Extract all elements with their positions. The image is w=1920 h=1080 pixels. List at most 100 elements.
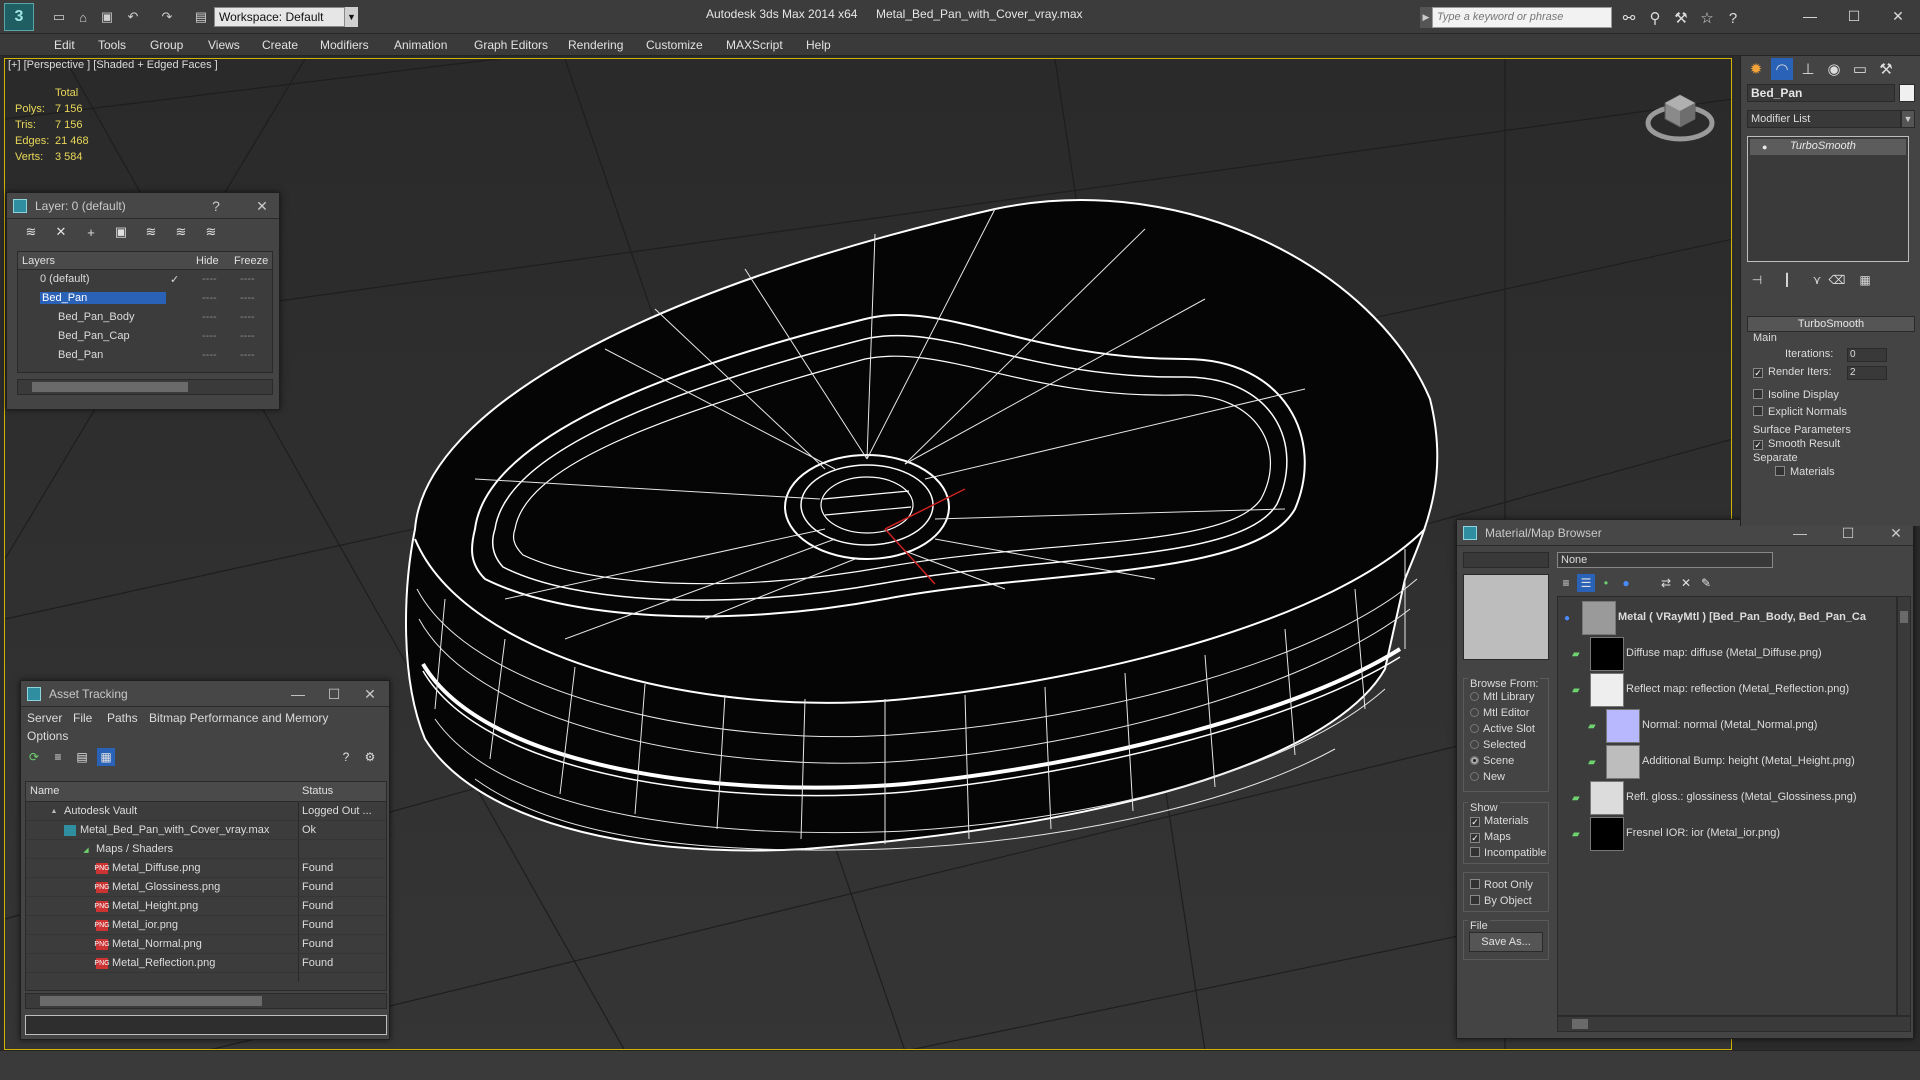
asset-menu-bitmap-performance[interactable]: Bitmap Performance and Memory	[149, 711, 328, 725]
render-iters-checkbox[interactable]: ✓ Render Iters:	[1753, 366, 1832, 378]
chevron-down-icon[interactable]: ▼	[344, 7, 358, 27]
undo-icon[interactable]: ↶	[122, 7, 144, 27]
material-search-input[interactable]: None	[1557, 552, 1773, 568]
menu-views[interactable]: Views	[208, 38, 240, 52]
checkbox-materials[interactable]: ✓ Materials	[1470, 815, 1529, 827]
open-file-icon[interactable]: ⌂	[72, 7, 94, 27]
create-tab-icon[interactable]: ✹	[1745, 58, 1767, 80]
layer-horizontal-scrollbar[interactable]	[17, 379, 273, 395]
viewport-label[interactable]: [+] [Perspective ] [Shaded + Edged Faces…	[8, 59, 218, 71]
asset-horizontal-scrollbar[interactable]	[25, 993, 387, 1009]
binoculars-icon[interactable]: ⚯	[1618, 8, 1640, 28]
checkbox-root-only[interactable]: Root Only	[1470, 879, 1533, 891]
maximize-icon[interactable]: ☐	[321, 684, 347, 704]
save-file-icon[interactable]: ▣	[96, 7, 118, 27]
hide-toggle[interactable]: ----	[202, 292, 217, 304]
freeze-toggle[interactable]: ----	[240, 349, 255, 361]
refresh-icon[interactable]: ⟳	[25, 748, 43, 766]
minimize-icon[interactable]: —	[285, 684, 311, 704]
communication-icon[interactable]: ⚒	[1670, 8, 1692, 28]
maximize-icon[interactable]: ☐	[1835, 523, 1861, 543]
material-vertical-scrollbar[interactable]	[1897, 596, 1911, 1016]
hide-toggle[interactable]: ----	[202, 330, 217, 342]
delete-layer-icon[interactable]: ✕	[51, 223, 71, 241]
checkbox-incompatible[interactable]: Incompatible	[1470, 847, 1546, 859]
configure-sets-icon[interactable]: ▦	[1855, 270, 1875, 290]
scrollbar-thumb[interactable]	[32, 382, 188, 392]
list-view-icon[interactable]: ≡	[49, 748, 67, 766]
turbosmooth-rollout-header[interactable]: TurboSmooth	[1747, 316, 1915, 332]
menu-edit[interactable]: Edit	[54, 38, 75, 52]
chevron-down-icon[interactable]: ▼	[1901, 110, 1915, 128]
hide-toggle[interactable]: ----	[202, 349, 217, 361]
assign-material-icon[interactable]: ⇄	[1657, 574, 1675, 592]
pin-stack-icon[interactable]: ⊣	[1747, 270, 1767, 290]
radio-mtl-library[interactable]: Mtl Library	[1470, 691, 1534, 703]
column-freeze[interactable]: Freeze	[234, 255, 268, 267]
layer-row[interactable]: Bed_Pan_Cap ---- ----	[18, 327, 272, 346]
utilities-tab-icon[interactable]: ⚒	[1875, 58, 1897, 80]
current-layer-check-icon[interactable]: ✓	[170, 273, 179, 286]
checkbox-by-object[interactable]: By Object	[1470, 895, 1532, 907]
help-icon[interactable]: ?	[1722, 8, 1744, 28]
highlight-layer-icon[interactable]: ≋	[141, 223, 161, 241]
subscription-icon[interactable]: ⚲	[1644, 8, 1666, 28]
column-layers[interactable]: Layers	[22, 255, 55, 267]
edit-icon[interactable]: ✎	[1697, 574, 1715, 592]
render-iters-spinner[interactable]: 2	[1847, 366, 1887, 380]
freeze-toggle[interactable]: ----	[240, 330, 255, 342]
hierarchy-tab-icon[interactable]: ⊥	[1797, 58, 1819, 80]
display-tab-icon[interactable]: ▭	[1849, 58, 1871, 80]
favorites-star-icon[interactable]: ☆	[1696, 8, 1718, 28]
iterations-spinner[interactable]: 0	[1847, 348, 1887, 362]
help-icon[interactable]: ?	[337, 748, 355, 766]
isoline-display-checkbox[interactable]: Isoline Display	[1753, 389, 1839, 401]
save-as-button[interactable]: Save As...	[1469, 932, 1543, 952]
object-name-field[interactable]: Bed_Pan	[1747, 84, 1895, 102]
project-folder-icon[interactable]: ▤	[190, 7, 212, 27]
table-row[interactable]: PNG Metal_Normal.png Found	[26, 935, 386, 954]
menu-rendering[interactable]: Rendering	[568, 38, 623, 52]
table-row[interactable]: PNG Metal_Glossiness.png Found	[26, 878, 386, 897]
layer-row[interactable]: 0 (default) ✓ ---- ----	[18, 270, 272, 289]
search-input[interactable]: Type a keyword or phrase	[1432, 7, 1612, 28]
show-end-result-icon[interactable]: ┃	[1777, 270, 1797, 290]
asset-path-field[interactable]	[25, 1015, 387, 1035]
close-icon[interactable]: ✕	[1878, 4, 1918, 28]
help-icon[interactable]: ?	[203, 196, 229, 216]
radio-mtl-editor[interactable]: Mtl Editor	[1470, 707, 1529, 719]
radio-scene[interactable]: Scene	[1470, 755, 1514, 767]
list-view-icon[interactable]: ≡	[1557, 574, 1575, 592]
table-row[interactable]: PNG Metal_Height.png Found	[26, 897, 386, 916]
layer-window-titlebar[interactable]: Layer: 0 (default) ? ✕	[7, 193, 279, 219]
menu-customize[interactable]: Customize	[646, 38, 703, 52]
radio-new[interactable]: New	[1470, 771, 1505, 783]
hide-all-icon[interactable]: ≋	[171, 223, 191, 241]
asset-menu-file[interactable]: File	[73, 711, 92, 725]
search-expand-icon[interactable]: ▶	[1420, 7, 1432, 28]
grid-view-icon[interactable]: ▦	[97, 748, 115, 766]
table-row[interactable]: ▲ Autodesk Vault Logged Out ...	[26, 802, 386, 821]
modify-tab-icon[interactable]: ◠	[1771, 58, 1793, 80]
asset-menu-server[interactable]: Server	[27, 711, 62, 725]
lightbulb-icon[interactable]: ●	[1762, 142, 1767, 152]
table-row[interactable]: PNG Metal_Reflection.png Found	[26, 954, 386, 973]
delete-icon[interactable]: ✕	[1677, 574, 1695, 592]
add-layer-icon[interactable]: +	[81, 223, 101, 241]
close-icon[interactable]: ✕	[1883, 523, 1909, 543]
maximize-icon[interactable]: ☐	[1834, 4, 1874, 28]
settings-icon[interactable]: ⚙	[361, 748, 379, 766]
freeze-toggle[interactable]: ----	[240, 292, 255, 304]
menu-modifiers[interactable]: Modifiers	[320, 38, 369, 52]
menu-create[interactable]: Create	[262, 38, 298, 52]
table-view-icon[interactable]: ▤	[73, 748, 91, 766]
asset-window-titlebar[interactable]: Asset Tracking — ☐ ✕	[21, 681, 389, 707]
layers-icon[interactable]: ≋	[21, 223, 41, 241]
menu-help[interactable]: Help	[806, 38, 831, 52]
asset-menu-paths[interactable]: Paths	[107, 711, 138, 725]
expand-icon[interactable]: •	[1597, 574, 1615, 592]
modifier-stack-item[interactable]: ● TurboSmooth	[1750, 139, 1906, 155]
sphere-icon[interactable]: ●	[1617, 574, 1635, 592]
scrollbar-thumb[interactable]	[1900, 611, 1908, 623]
layer-row[interactable]: Bed_Pan ---- ----	[18, 346, 272, 365]
